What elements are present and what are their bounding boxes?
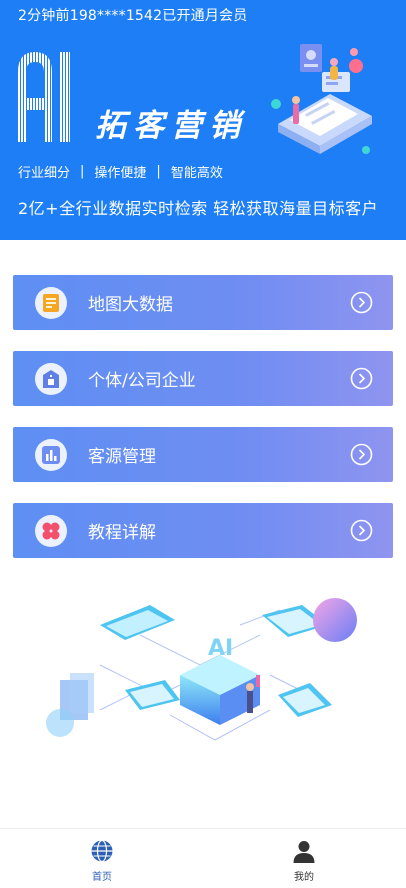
slogan: 2亿+全行业数据实时检索 轻松获取海量目标客户	[18, 199, 379, 218]
tab-home[interactable]: 首页	[62, 839, 142, 883]
menu-item-label: 客源管理	[88, 447, 156, 467]
member-ticker: 2分钟前198****1542已开通月会员	[18, 8, 248, 24]
hero-banner: 2分钟前198****1542已开通月会员 拓客营销 行业细分 | 操作便捷 |…	[0, 0, 406, 240]
menu-item-tutorial[interactable]: 教程详解	[13, 503, 393, 558]
menu-item-label: 个体/公司企业	[88, 371, 196, 391]
user-icon	[293, 841, 315, 863]
tab-mine[interactable]: 我的	[264, 839, 344, 883]
menu-list: 地图大数据 个体/公司企业 客源管理 教程详解	[13, 275, 393, 579]
chevron-right-icon	[350, 519, 373, 542]
map-data-icon	[35, 287, 67, 319]
feature-item: 行业细分	[18, 166, 71, 181]
bottom-tab-bar: 首页 我的	[0, 828, 406, 888]
ai-isometric-illustration: AI	[46, 598, 357, 741]
menu-item-map-data[interactable]: 地图大数据	[13, 275, 393, 330]
feature-separator: |	[80, 164, 85, 179]
feature-separator: |	[156, 164, 161, 179]
svg-text:AI: AI	[208, 636, 233, 661]
chevron-right-icon	[350, 291, 373, 314]
chart-icon	[35, 439, 67, 471]
feature-item: 智能高效	[170, 166, 223, 181]
feature-item: 操作便捷	[94, 166, 147, 181]
menu-item-label: 教程详解	[88, 523, 156, 543]
menu-item-company[interactable]: 个体/公司企业	[13, 351, 393, 406]
tab-home-label: 首页	[92, 872, 112, 883]
chevron-right-icon	[350, 443, 373, 466]
hero-illustration	[271, 44, 372, 154]
menu-item-label: 地图大数据	[88, 295, 173, 315]
chevron-right-icon	[350, 367, 373, 390]
globe-icon	[91, 839, 113, 863]
grid-icon	[35, 515, 67, 547]
feature-list: 行业细分 | 操作便捷 | 智能高效	[18, 162, 223, 181]
tab-mine-label: 我的	[294, 872, 314, 883]
menu-item-customer-mgmt[interactable]: 客源管理	[13, 427, 393, 482]
company-icon	[35, 363, 67, 395]
brand-title: 拓客营销	[95, 108, 247, 144]
ai-logo	[18, 52, 70, 142]
